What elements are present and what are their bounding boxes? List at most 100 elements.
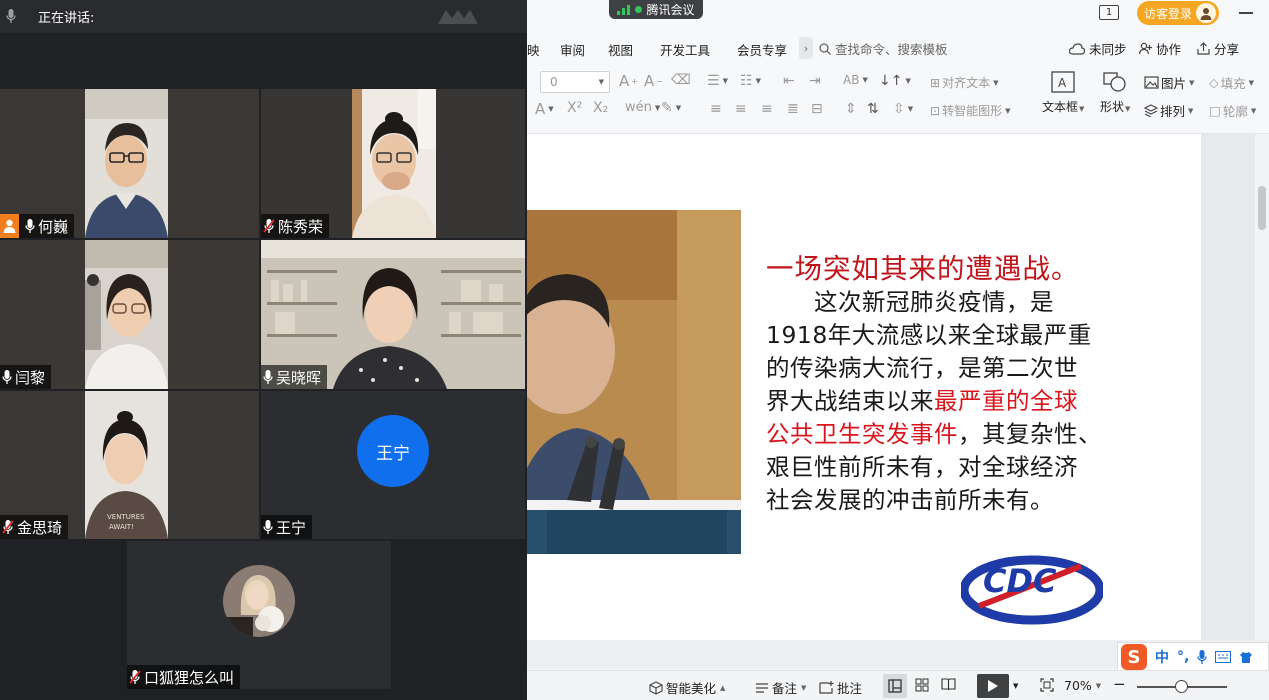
phonetic-icon[interactable]: wén ▼	[625, 100, 660, 115]
increase-indent-icon[interactable]: ⇥	[809, 73, 821, 89]
page-indicator[interactable]: 1	[1099, 5, 1119, 20]
scrollbar-thumb[interactable]	[1258, 186, 1266, 230]
participant-name: 何巍	[38, 218, 69, 236]
mic-muted-icon	[263, 218, 275, 233]
decrease-indent-icon[interactable]: ⇤	[783, 73, 795, 89]
spacing-options-icon[interactable]: ⇳ ▼	[893, 101, 913, 117]
reading-view-button[interactable]	[941, 678, 956, 691]
tencent-meeting-pill[interactable]: 腾讯会议	[609, 0, 703, 19]
cube-icon	[649, 680, 663, 695]
ime-punct[interactable]: °,	[1177, 649, 1189, 665]
menu-more-button[interactable]: ›	[799, 37, 813, 59]
meeting-top-bar: 正在讲话:	[0, 0, 527, 33]
menu-item-member[interactable]: 会员专享	[737, 40, 787, 59]
unsync-button[interactable]: 未同步	[1069, 39, 1127, 58]
body-text: 社会发展的冲击前所未有。	[766, 486, 1054, 514]
unsync-label: 未同步	[1089, 42, 1127, 57]
shape-button[interactable]: 形状▼	[1100, 70, 1130, 115]
fill-button[interactable]: ◇ 填充 ▼	[1209, 73, 1254, 92]
shape-label: 形状	[1100, 100, 1125, 114]
font-shrink-icon[interactable]: A −	[644, 72, 663, 90]
keyboard-icon[interactable]	[1215, 651, 1232, 663]
slide[interactable]: 一场突如其来的遭遇战。 这次新冠肺炎疫情，是 1918年大流感以来全球最严重 的…	[527, 134, 1201, 640]
comment-icon	[819, 680, 834, 694]
comments-button[interactable]: 批注	[819, 678, 862, 697]
mic-icon[interactable]	[0, 0, 22, 33]
ime-mode[interactable]: 中	[1155, 647, 1169, 667]
align-center-icon[interactable]: ≡	[735, 101, 747, 117]
vertical-scrollbar[interactable]	[1255, 134, 1269, 640]
video-tile[interactable]: 吴晓晖	[261, 240, 525, 389]
normal-view-button[interactable]	[883, 674, 907, 698]
menu-item-review[interactable]: 审阅	[560, 40, 585, 59]
collab-icon	[1139, 42, 1152, 55]
notes-button[interactable]: 备注 ▼	[755, 678, 806, 697]
voice-icon[interactable]	[1197, 649, 1207, 665]
presentation-app: 腾讯会议 1 访客登录 映 审阅 视图 开发工具 会员专享 › 查找命令、搜索模…	[527, 0, 1269, 700]
collab-button[interactable]: 协作	[1139, 39, 1181, 58]
align-left-icon[interactable]: ≡	[710, 101, 722, 117]
search-placeholder: 查找命令、搜索模板	[835, 42, 948, 57]
video-tile[interactable]: 王宁 王宁	[261, 391, 525, 539]
arrange-button[interactable]: 排列 ▼	[1144, 101, 1193, 120]
slide-body-line: 社会发展的冲击前所未有。	[766, 484, 1166, 517]
font-size-select[interactable]: 0 ▼	[540, 71, 610, 93]
fit-window-button[interactable]	[1040, 678, 1054, 692]
participant-name: 王宁	[276, 519, 307, 537]
sogou-logo-icon: S	[1121, 644, 1147, 670]
slide-text-box[interactable]: 一场突如其来的遭遇战。 这次新冠肺炎疫情，是 1918年大流感以来全球最严重 的…	[766, 252, 1166, 517]
slide-headline: 一场突如其来的遭遇战。	[766, 253, 1080, 285]
textbox-button[interactable]: A 文本框▼	[1042, 70, 1084, 115]
video-tile[interactable]: 何巍	[0, 89, 259, 238]
superscript-icon[interactable]: X²	[567, 100, 582, 116]
ime-toolbar[interactable]: S 中 °,	[1117, 642, 1269, 672]
highlight-icon[interactable]: ✎ ▼	[661, 100, 681, 116]
bullet-list-icon[interactable]: ☰ ▼	[707, 73, 728, 89]
cloud-icon	[1069, 42, 1085, 55]
zoom-slider-handle[interactable]	[1175, 680, 1188, 693]
menu-item-slideshow[interactable]: 映	[527, 40, 540, 59]
line-spacing-icon[interactable]: ⇕	[845, 101, 857, 117]
guest-login-button[interactable]: 访客登录	[1137, 1, 1219, 25]
sorter-view-button[interactable]	[915, 678, 929, 692]
zoom-level[interactable]: 70% ▼	[1064, 678, 1101, 693]
justify-icon[interactable]: ≣	[787, 101, 799, 117]
font-grow-icon[interactable]: A +	[619, 72, 638, 90]
minimize-button[interactable]	[1239, 12, 1253, 14]
slide-body-line: 公共卫生突发事件，其复杂性、	[766, 418, 1166, 451]
command-search[interactable]: 查找命令、搜索模板	[819, 39, 948, 58]
zoom-out-button[interactable]: −	[1113, 675, 1126, 693]
sort-icon[interactable]: ↓↑ ▼	[879, 73, 911, 89]
subscript-icon[interactable]: X₂	[593, 100, 608, 116]
mic-muted-icon	[2, 519, 14, 534]
eraser-icon[interactable]: ⌫	[671, 72, 691, 88]
text-direction-icon[interactable]: AB ▼	[843, 73, 868, 87]
video-tile[interactable]: 闫黎	[0, 240, 259, 389]
align-right-icon[interactable]: ≡	[761, 101, 773, 117]
video-tile[interactable]: VENTURES AWAIT! 金思琦	[0, 391, 259, 539]
video-tile[interactable]: 口狐狸怎么叫	[127, 541, 391, 689]
zoom-value: 70%	[1064, 678, 1092, 693]
video-tile[interactable]: 陈秀荣	[261, 89, 525, 238]
skin-icon[interactable]	[1239, 651, 1253, 664]
numbered-list-icon[interactable]: ☷ ▼	[740, 73, 761, 89]
share-button[interactable]: 分享	[1197, 39, 1239, 58]
align-text-button[interactable]: ⊞ 对齐文本 ▼	[930, 74, 998, 91]
play-slideshow-button[interactable]	[977, 674, 1009, 698]
outline-button[interactable]: □ 轮廓 ▼	[1209, 101, 1256, 120]
chevron-down-icon[interactable]: ▼	[1013, 682, 1018, 690]
picture-button[interactable]: 图片 ▼	[1144, 73, 1194, 92]
body-text-highlight: 最严重的全球	[934, 387, 1078, 415]
participant-video: VENTURES AWAIT!	[85, 391, 168, 539]
participant-nametag: 王宁	[261, 515, 313, 539]
smart-beautify-button[interactable]: 智能美化 ▲	[649, 678, 725, 697]
menu-item-view[interactable]: 视图	[608, 40, 633, 59]
distribute-icon[interactable]: ⊟	[811, 101, 823, 117]
smart-shape-button[interactable]: ⊡ 转智能图形 ▼	[930, 102, 1010, 119]
slide-body-line: 的传染病大流行，是第二次世	[766, 352, 1166, 385]
font-color-icon[interactable]: A ▼	[535, 100, 554, 118]
svg-text:VENTURES: VENTURES	[107, 513, 145, 521]
menu-item-developer[interactable]: 开发工具	[660, 40, 710, 59]
avatar	[223, 565, 295, 637]
paragraph-spacing-icon[interactable]: ⇅	[867, 101, 879, 117]
